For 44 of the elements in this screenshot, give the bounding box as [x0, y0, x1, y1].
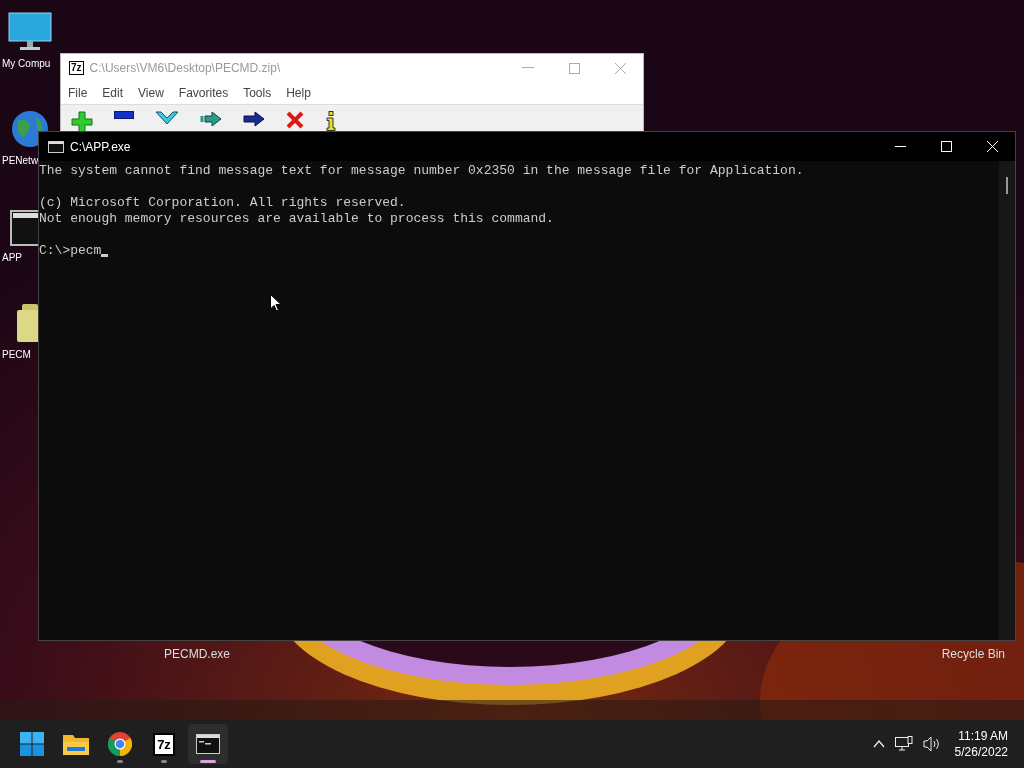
desktop-icon-label[interactable]: APP: [0, 250, 22, 266]
menu-item[interactable]: Edit: [102, 84, 124, 102]
console-icon: [48, 140, 64, 153]
delete-icon[interactable]: [286, 111, 304, 129]
desktop-icon-label[interactable]: PENetw: [0, 153, 39, 169]
clock-date: 5/26/2022: [954, 744, 1008, 760]
scrollbar[interactable]: [999, 161, 1015, 640]
window-title: C:\Users\VM6\Desktop\PECMD.zip\: [89, 60, 281, 77]
info-icon[interactable]: [325, 111, 337, 131]
menu-item[interactable]: File: [68, 84, 88, 102]
monitor-icon: [8, 12, 52, 52]
clock[interactable]: 11:19 AM 5/26/2022: [954, 728, 1008, 760]
command-prompt[interactable]: C:\>pecm: [39, 243, 102, 259]
menu-item[interactable]: Tools: [243, 84, 272, 102]
folder-icon: [63, 733, 89, 755]
mouse-pointer-icon: [270, 294, 282, 312]
text-cursor: [101, 254, 109, 257]
sevenzip-icon: 7z: [153, 732, 175, 756]
console-line: Not enough memory resources are available to process this command.: [39, 211, 555, 227]
browser-icon: [108, 732, 132, 756]
taskbar-button[interactable]: 7z: [144, 724, 184, 764]
volume-icon[interactable]: [922, 736, 941, 752]
desktop-icon-label[interactable]: My Compu: [0, 56, 51, 72]
sevenzip-icon: 7z: [69, 61, 84, 75]
clock-time: 11:19 AM: [958, 728, 1008, 744]
console-line: (c) Microsoft Corporation. All rights reserved.: [39, 195, 407, 211]
window-title: C:\APP.exe: [70, 138, 131, 156]
arrow-right-icon[interactable]: [243, 111, 265, 127]
menu-item[interactable]: Help: [286, 84, 311, 102]
copy-arrow-icon[interactable]: [200, 111, 222, 127]
taskbar-button[interactable]: [188, 724, 228, 764]
console-icon: [196, 734, 220, 754]
minimize-icon[interactable]: [894, 145, 906, 148]
menu-item[interactable]: Favorites: [178, 84, 229, 102]
desktop-icon-label[interactable]: PECM: [0, 347, 31, 363]
menu-item[interactable]: View: [138, 84, 164, 102]
checkmark-icon[interactable]: [155, 111, 179, 125]
desktop-icon-label[interactable]: Recycle Bin: [941, 646, 1005, 662]
windows-logo-icon: [20, 732, 44, 756]
network-icon[interactable]: [894, 736, 913, 752]
chevron-up-icon[interactable]: [872, 740, 885, 748]
desktop-icon-label[interactable]: PECMD.exe: [164, 646, 231, 662]
plus-icon[interactable]: [71, 111, 93, 133]
console-line: The system cannot find message text for message number 0x2350 in the message file for Application.: [39, 163, 805, 179]
